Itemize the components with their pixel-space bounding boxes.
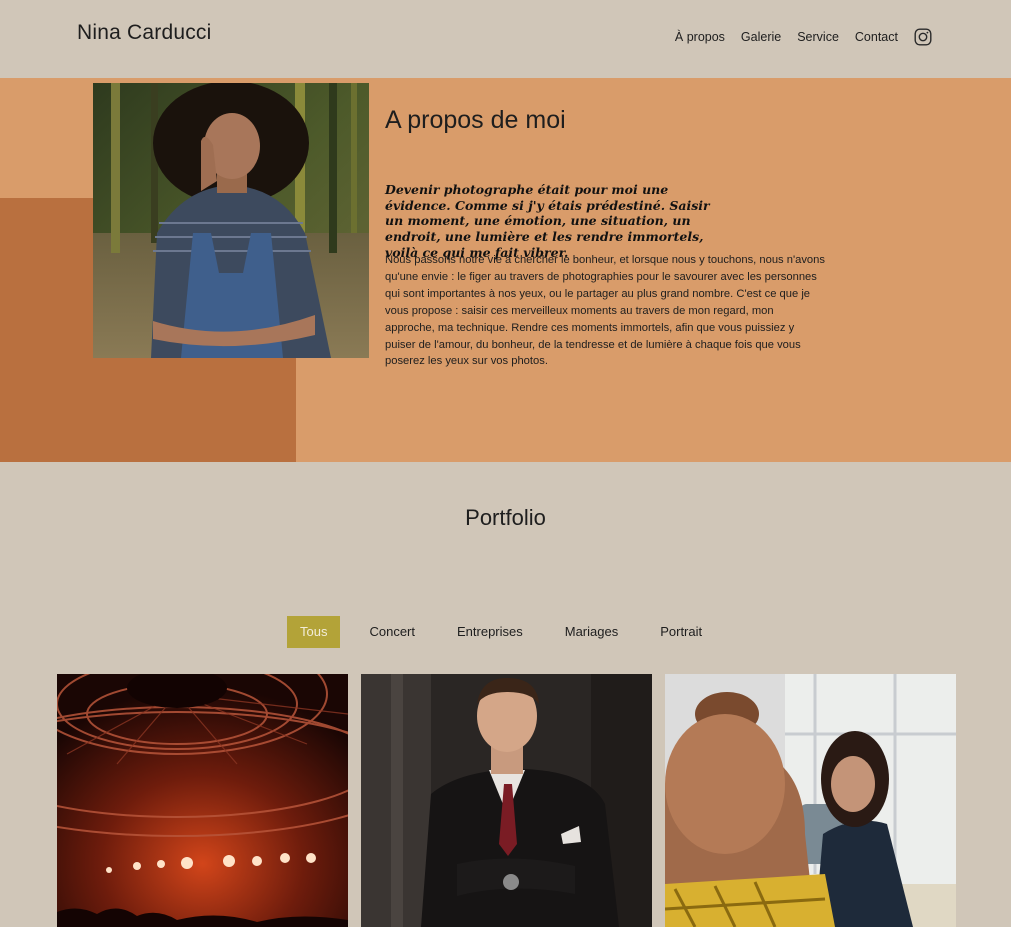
gallery-image-entreprise[interactable] bbox=[361, 674, 652, 927]
instagram-icon[interactable] bbox=[914, 28, 932, 46]
about-text: Nous passons notre vie à chercher le bon… bbox=[385, 254, 825, 368]
gallery-image-concert[interactable] bbox=[57, 674, 348, 927]
portfolio-filters: Tous Concert Entreprises Mariages Portra… bbox=[287, 616, 731, 648]
nav-link-contact[interactable]: Contact bbox=[855, 30, 898, 44]
about-title: A propos de moi bbox=[385, 106, 566, 134]
nav-link-a-propos[interactable]: À propos bbox=[675, 30, 725, 44]
main-nav: À propos Galerie Service Contact bbox=[675, 28, 932, 46]
about-section: A propos de moi Devenir photographe étai… bbox=[0, 78, 1011, 462]
about-quote: Devenir photographe était pour moi une é… bbox=[385, 182, 710, 260]
nav-link-service[interactable]: Service bbox=[797, 30, 839, 44]
gallery-image-bureau[interactable] bbox=[665, 674, 956, 927]
portrait-photo bbox=[93, 83, 369, 358]
about-decor-band bbox=[0, 78, 93, 198]
nav-link-galerie[interactable]: Galerie bbox=[741, 30, 781, 44]
brand-name[interactable]: Nina Carducci bbox=[77, 21, 212, 45]
site-header: Nina Carducci À propos Galerie Service C… bbox=[0, 0, 1011, 78]
filter-portrait[interactable]: Portrait bbox=[647, 616, 715, 648]
filter-concert[interactable]: Concert bbox=[356, 616, 428, 648]
filter-entreprises[interactable]: Entreprises bbox=[444, 616, 536, 648]
filter-tous[interactable]: Tous bbox=[287, 616, 341, 648]
filter-mariages[interactable]: Mariages bbox=[552, 616, 631, 648]
portfolio-title: Portfolio bbox=[465, 505, 546, 530]
